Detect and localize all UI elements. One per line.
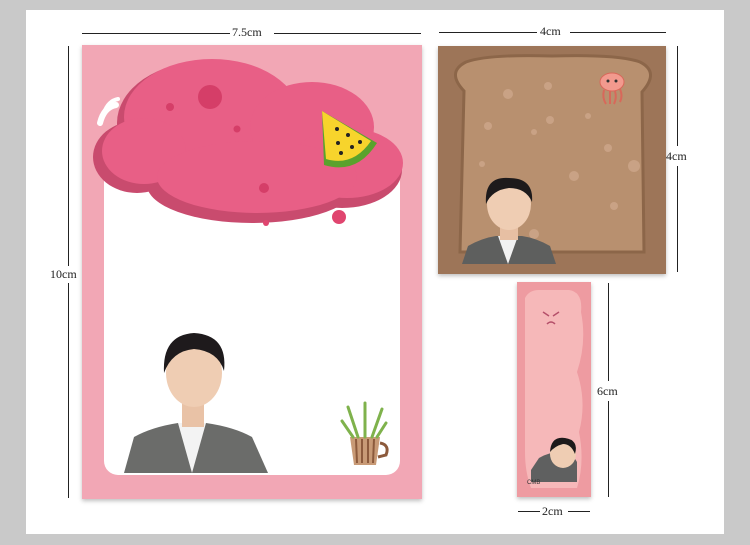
square-width-line-right xyxy=(570,32,666,33)
strip-height-line-top xyxy=(608,283,609,381)
strip-height-label: 6cm xyxy=(597,384,618,398)
large-height-label: 10cm xyxy=(50,267,77,281)
width-line-left xyxy=(82,33,230,34)
strip-width-label: 2cm xyxy=(542,504,563,518)
height-line-bottom xyxy=(68,283,69,498)
width-line-right xyxy=(274,33,421,34)
large-sticky-pad xyxy=(82,45,422,499)
square-width-label: 4cm xyxy=(540,24,561,38)
svg-text:CMB: CMB xyxy=(527,480,540,486)
strip-sticky-pad: CMB xyxy=(517,282,591,497)
height-line-top xyxy=(68,46,69,266)
square-height-line-top xyxy=(677,46,678,146)
strip-width-line-right xyxy=(568,511,590,512)
strip-height-line-bottom xyxy=(608,401,609,497)
square-sticky-pad xyxy=(438,46,666,274)
square-height-line-bottom xyxy=(677,166,678,272)
strip-width-line-left xyxy=(518,511,540,512)
product-image: 7.5cm 10cm 4cm 4cm 6cm 2cm CMB xyxy=(0,0,750,545)
large-width-label: 7.5cm xyxy=(232,25,262,39)
square-width-line-left xyxy=(439,32,537,33)
square-height-label: 4cm xyxy=(666,149,687,163)
